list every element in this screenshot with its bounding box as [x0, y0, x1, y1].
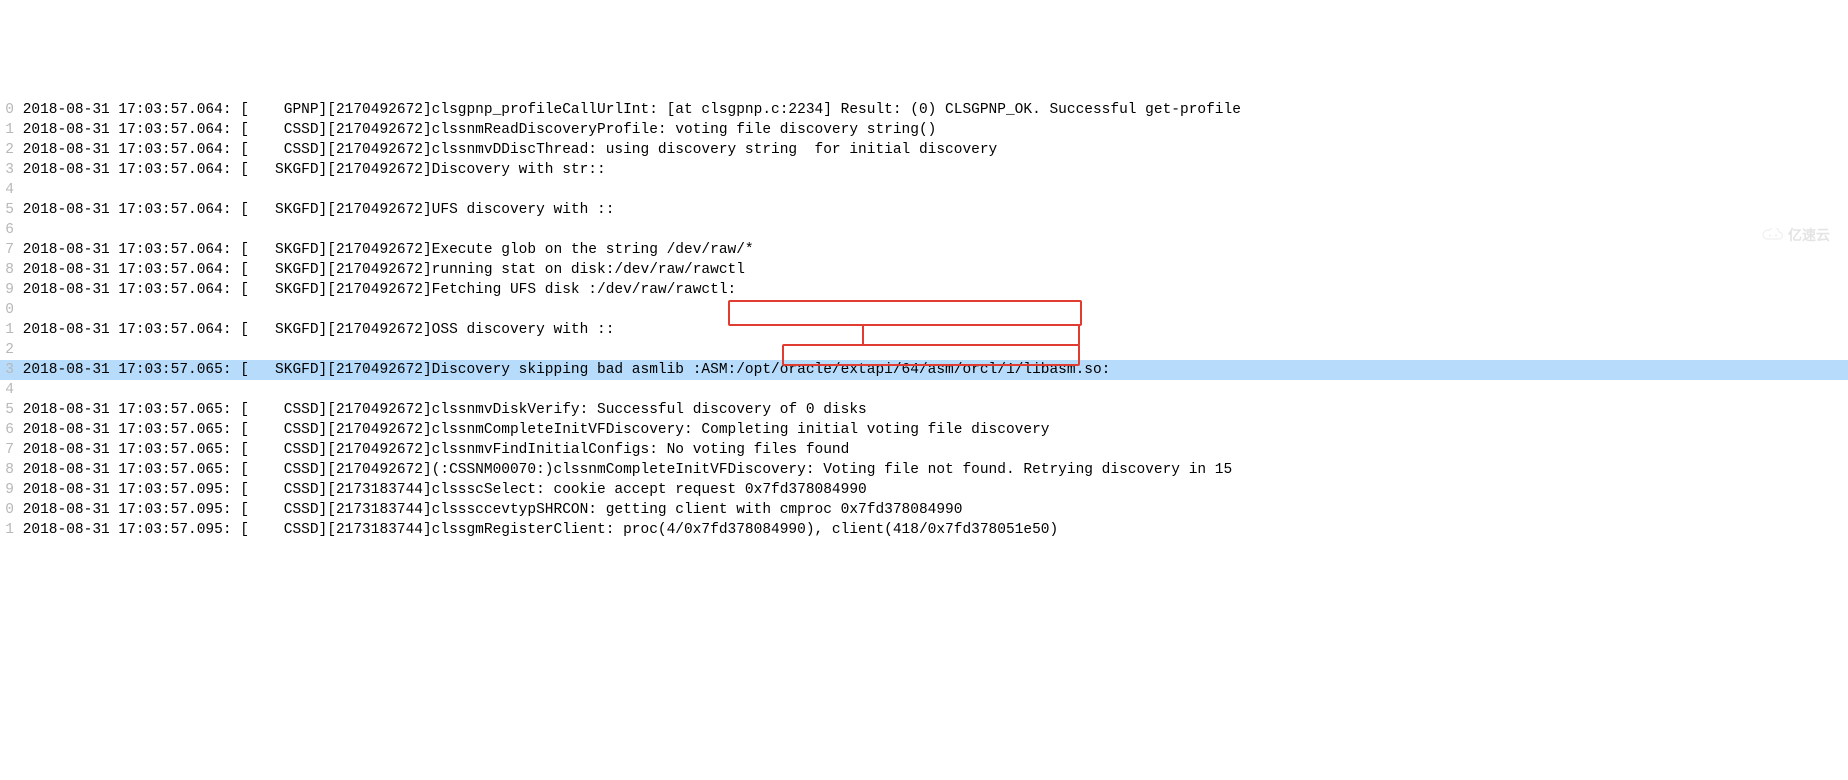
log-text: [14, 222, 23, 238]
log-line: 2: [0, 340, 1848, 360]
log-line: 8 2018-08-31 17:03:57.065: [ CSSD][21704…: [0, 460, 1848, 480]
log-line: 4: [0, 180, 1848, 200]
log-text: 2018-08-31 17:03:57.064: [ CSSD][2170492…: [14, 142, 997, 158]
line-number: 3: [0, 160, 14, 180]
log-text: 2018-08-31 17:03:57.065: [ CSSD][2170492…: [14, 462, 1232, 478]
log-line: 6 2018-08-31 17:03:57.065: [ CSSD][21704…: [0, 420, 1848, 440]
line-number: 0: [0, 100, 14, 120]
log-line: 1 2018-08-31 17:03:57.095: [ CSSD][21731…: [0, 520, 1848, 540]
log-text: 2018-08-31 17:03:57.095: [ CSSD][2173183…: [14, 522, 1058, 538]
log-text: 2018-08-31 17:03:57.064: [ SKGFD][217049…: [14, 322, 614, 338]
line-number: 4: [0, 180, 14, 200]
log-text: [14, 382, 23, 398]
log-text: 2018-08-31 17:03:57.095: [ CSSD][2173183…: [14, 482, 867, 498]
log-line: 7 2018-08-31 17:03:57.064: [ SKGFD][2170…: [0, 240, 1848, 260]
log-text: 2018-08-31 17:03:57.064: [ SKGFD][217049…: [14, 242, 754, 258]
line-number: 0: [0, 500, 14, 520]
log-line: 5 2018-08-31 17:03:57.064: [ SKGFD][2170…: [0, 200, 1848, 220]
log-line: 9 2018-08-31 17:03:57.064: [ SKGFD][2170…: [0, 280, 1848, 300]
line-number: 5: [0, 400, 14, 420]
line-number: 9: [0, 480, 14, 500]
log-line: 0 2018-08-31 17:03:57.064: [ GPNP][21704…: [0, 100, 1848, 120]
log-text: 2018-08-31 17:03:57.064: [ SKGFD][217049…: [14, 162, 606, 178]
line-number: 2: [0, 140, 14, 160]
log-line: 9 2018-08-31 17:03:57.095: [ CSSD][21731…: [0, 480, 1848, 500]
log-text: [14, 342, 23, 358]
log-line: 7 2018-08-31 17:03:57.065: [ CSSD][21704…: [0, 440, 1848, 460]
log-line: 2 2018-08-31 17:03:57.064: [ CSSD][21704…: [0, 140, 1848, 160]
log-text: 2018-08-31 17:03:57.065: [ CSSD][2170492…: [14, 402, 867, 418]
line-number: 9: [0, 280, 14, 300]
log-line: 1 2018-08-31 17:03:57.064: [ CSSD][21704…: [0, 120, 1848, 140]
line-number: 1: [0, 120, 14, 140]
line-number: 8: [0, 460, 14, 480]
line-number: 6: [0, 220, 14, 240]
log-text: [14, 182, 23, 198]
log-text: 2018-08-31 17:03:57.064: [ GPNP][2170492…: [14, 102, 1241, 118]
log-line: 5 2018-08-31 17:03:57.065: [ CSSD][21704…: [0, 400, 1848, 420]
log-line: 4: [0, 380, 1848, 400]
log-line: 0 2018-08-31 17:03:57.095: [ CSSD][21731…: [0, 500, 1848, 520]
log-text: 2018-08-31 17:03:57.064: [ SKGFD][217049…: [14, 262, 745, 278]
log-line: 0: [0, 300, 1848, 320]
line-number: 0: [0, 300, 14, 320]
log-text: 2018-08-31 17:03:57.065: [ CSSD][2170492…: [14, 442, 849, 458]
line-number: 5: [0, 200, 14, 220]
line-number: 2: [0, 340, 14, 360]
log-line: 8 2018-08-31 17:03:57.064: [ SKGFD][2170…: [0, 260, 1848, 280]
log-line: 3 2018-08-31 17:03:57.065: [ SKGFD][2170…: [0, 360, 1848, 380]
log-line: 6: [0, 220, 1848, 240]
line-number: 8: [0, 260, 14, 280]
log-line: 3 2018-08-31 17:03:57.064: [ SKGFD][2170…: [0, 160, 1848, 180]
line-number: 4: [0, 380, 14, 400]
log-text: 2018-08-31 17:03:57.065: [ CSSD][2170492…: [14, 422, 1049, 438]
log-text: 2018-08-31 17:03:57.095: [ CSSD][2173183…: [14, 502, 962, 518]
log-text: [14, 302, 23, 318]
line-number: 7: [0, 440, 14, 460]
line-number: 7: [0, 240, 14, 260]
log-line: 1 2018-08-31 17:03:57.064: [ SKGFD][2170…: [0, 320, 1848, 340]
line-number: 1: [0, 320, 14, 340]
line-number: 1: [0, 520, 14, 540]
log-text: 2018-08-31 17:03:57.064: [ SKGFD][217049…: [14, 202, 614, 218]
log-viewer: 0 2018-08-31 17:03:57.064: [ GPNP][21704…: [0, 100, 1848, 540]
line-number: 6: [0, 420, 14, 440]
line-number: 3: [0, 360, 14, 380]
log-text: 2018-08-31 17:03:57.064: [ SKGFD][217049…: [14, 282, 736, 298]
log-text: 2018-08-31 17:03:57.064: [ CSSD][2170492…: [14, 122, 936, 138]
log-text: 2018-08-31 17:03:57.065: [ SKGFD][217049…: [14, 362, 1110, 378]
